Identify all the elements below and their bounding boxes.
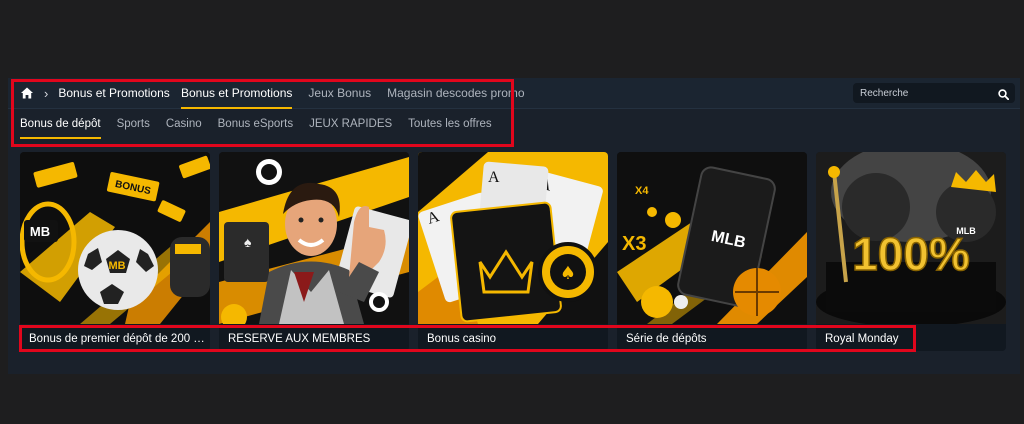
promo-card-royal-monday[interactable]: MLB 100% Royal Monday [816, 152, 1006, 351]
tab-bonus-de-depot[interactable]: Bonus de dépôt [20, 109, 101, 139]
chevron-right-icon: › [44, 85, 49, 101]
tab-toutes-les-offres[interactable]: Toutes les offres [408, 109, 492, 139]
page-bottom-background [0, 374, 1024, 424]
search-box [853, 83, 1015, 103]
promo-card-deposit-series[interactable]: X4 X2 X3 MLB Série de dépôts [617, 152, 807, 351]
logo-text: MB [108, 260, 125, 272]
primary-tabs: Bonus et Promotions Jeux Bonus Magasin d… [181, 78, 541, 109]
logo-text: MB [30, 224, 50, 239]
tab-bonus-et-promotions[interactable]: Bonus et Promotions [181, 78, 293, 109]
multiplier-x4: X4 [635, 185, 649, 197]
tab-bonus-esports[interactable]: Bonus eSports [218, 109, 293, 139]
hundred-percent-text: 100% [852, 228, 970, 280]
phone-multiplier-banner: X4 X2 X3 MLB [617, 152, 807, 324]
tab-sports[interactable]: Sports [117, 109, 150, 139]
promo-card-casino[interactable]: A A A ♠ Bonus casino [418, 152, 608, 351]
svg-text:♠: ♠ [244, 234, 252, 250]
tab-jeux-bonus[interactable]: Jeux Bonus [308, 78, 371, 108]
promo-title[interactable]: RÉSERVÉ AUX MEMBRES [228, 333, 404, 345]
breadcrumb: › Bonus et Promotions [20, 78, 170, 108]
promotions-panel: › Bonus et Promotions Bonus et Promotion… [8, 78, 1020, 374]
promo-card-members[interactable]: ♠ RÉSERVÉ AUX MEMBRES [219, 152, 409, 351]
promo-title[interactable]: Bonus casino [427, 333, 603, 345]
home-icon[interactable] [20, 86, 34, 100]
crown-100-percent-banner: MLB 100% [816, 152, 1006, 324]
thumbs-up-man-banner: ♠ [219, 152, 409, 324]
football-bonus-banner: BONUS MB MB [20, 152, 210, 324]
search-icon[interactable] [998, 87, 1010, 101]
tab-casino[interactable]: Casino [166, 109, 202, 139]
playing-cards-banner: A A A ♠ [418, 152, 608, 324]
multiplier-x3: X3 [622, 233, 646, 255]
promo-title[interactable]: Bonus de premier dépôt de 200 … [29, 333, 205, 345]
promo-title[interactable]: Royal Monday [825, 333, 1001, 345]
breadcrumb-current[interactable]: Bonus et Promotions [58, 86, 169, 100]
secondary-tabs: Bonus de dépôt Sports Casino Bonus eSpor… [20, 109, 508, 139]
search-input[interactable] [860, 83, 995, 103]
promo-card-first-deposit[interactable]: BONUS MB MB Bonus de premier dépôt de 20… [20, 152, 210, 351]
svg-text:♠: ♠ [560, 263, 576, 284]
card-letter: A [488, 169, 500, 186]
top-navigation: › Bonus et Promotions Bonus et Promotion… [8, 78, 1020, 109]
promo-title[interactable]: Série de dépôts [626, 333, 802, 345]
tab-magasin-codes-promo[interactable]: Magasin descodes promo [387, 78, 524, 108]
tab-jeux-rapides[interactable]: JEUX RAPIDES [309, 109, 392, 139]
